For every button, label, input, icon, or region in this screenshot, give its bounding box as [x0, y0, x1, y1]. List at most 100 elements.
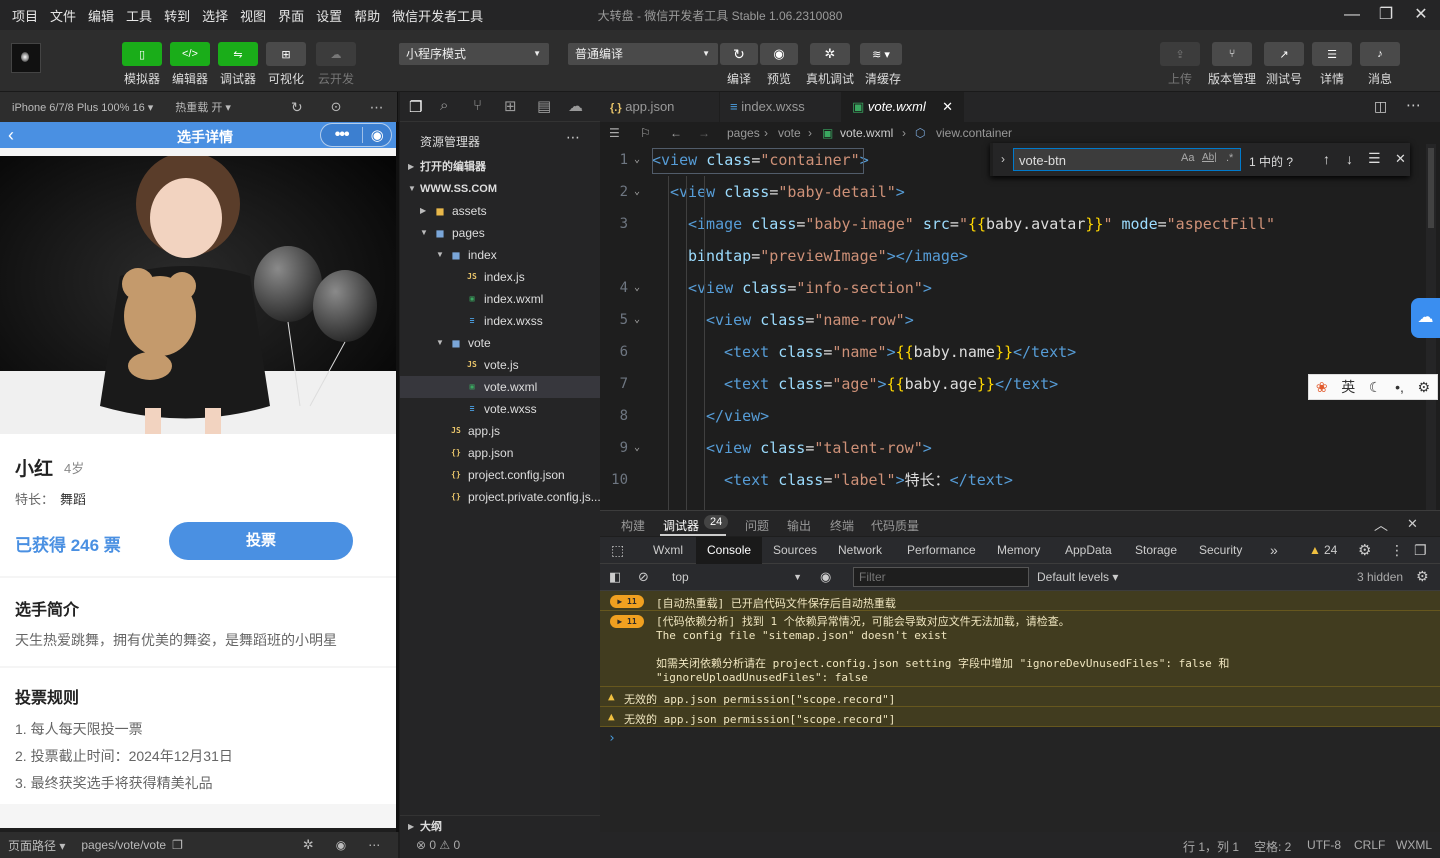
- paw-icon[interactable]: ❀: [1316, 379, 1328, 396]
- upload-button[interactable]: ⇪: [1160, 42, 1200, 66]
- mode-select[interactable]: 小程序模式 ▼: [399, 43, 549, 65]
- warning-count[interactable]: 24: [1324, 537, 1337, 564]
- cursor-position[interactable]: 行 1，列 1: [1183, 838, 1239, 855]
- messages-button[interactable]: ♪: [1360, 42, 1400, 66]
- cloud-button[interactable]: ☁: [316, 42, 356, 66]
- open-editors-section[interactable]: ▶ 打开的编辑器: [400, 156, 600, 178]
- compile-select[interactable]: 普通编译 ▼: [568, 43, 718, 65]
- file-tree-item[interactable]: {} project.private.config.js...: [400, 486, 601, 508]
- tab-sources[interactable]: Sources: [773, 537, 817, 564]
- menu-project[interactable]: 项目: [0, 6, 44, 25]
- sidebar-toggle-icon[interactable]: ◧: [609, 569, 621, 585]
- tab-console[interactable]: Console: [696, 537, 763, 564]
- menu-interface[interactable]: 界面: [272, 6, 310, 25]
- fold-icon[interactable]: ⌄: [634, 144, 640, 176]
- menu-settings[interactable]: 设置: [310, 6, 348, 25]
- file-tree-item[interactable]: ≡ vote.wxss: [400, 398, 600, 420]
- list-icon[interactable]: ☰: [609, 122, 620, 144]
- more-icon[interactable]: ⋯: [368, 838, 380, 852]
- more-icon[interactable]: ⋯: [566, 129, 580, 146]
- close-icon[interactable]: ✕: [1409, 4, 1433, 26]
- context-select[interactable]: top ▼: [666, 567, 806, 588]
- search-icon[interactable]: ⌕: [440, 97, 448, 114]
- hot-reload-select[interactable]: 热重载 开 ▾: [175, 99, 231, 115]
- details-button[interactable]: ☰: [1312, 42, 1352, 66]
- menu-wechat-devtools[interactable]: 微信开发者工具: [386, 6, 489, 25]
- tab-problems[interactable]: 问题: [745, 517, 769, 534]
- device-select[interactable]: iPhone 6/7/8 Plus 100% 16 ▾: [12, 101, 153, 114]
- close-icon[interactable]: ✕: [1407, 516, 1418, 532]
- menu-goto[interactable]: 转到: [158, 6, 196, 25]
- punctuation-icon[interactable]: •,: [1395, 379, 1404, 395]
- fold-icon[interactable]: ⌄: [634, 304, 640, 336]
- minimize-icon[interactable]: —: [1340, 4, 1364, 26]
- moon-icon[interactable]: ☾: [1369, 379, 1382, 396]
- gear-icon[interactable]: ⚙: [1416, 568, 1429, 585]
- gear-icon[interactable]: ⚙: [1358, 537, 1371, 564]
- find-in-selection-icon[interactable]: ☰: [1368, 150, 1381, 167]
- fold-icon[interactable]: ⌄: [634, 176, 640, 208]
- extensions-icon[interactable]: ⊞: [504, 97, 517, 115]
- kebab-menu-icon[interactable]: ⋮: [1390, 537, 1404, 564]
- file-tree-item[interactable]: ▣ index.wxml: [400, 288, 600, 310]
- clear-console-icon[interactable]: ⊘: [638, 569, 649, 585]
- page-path-select[interactable]: 页面路径 ▾: [8, 837, 65, 854]
- file-tree-item[interactable]: ▼ ■ pages: [400, 222, 600, 244]
- tab-terminal[interactable]: 终端: [830, 517, 854, 534]
- remote-debug-button[interactable]: ✲: [810, 43, 850, 65]
- menu-tools[interactable]: 工具: [120, 6, 158, 25]
- tab-output[interactable]: 输出: [787, 517, 811, 534]
- encoding[interactable]: UTF-8: [1307, 838, 1341, 852]
- fold-icon[interactable]: ⌄: [634, 432, 640, 464]
- more-tabs-icon[interactable]: »: [1270, 537, 1278, 564]
- menu-view[interactable]: 视图: [234, 6, 272, 25]
- filter-input[interactable]: [853, 567, 1029, 587]
- split-editor-icon[interactable]: ◫: [1374, 98, 1387, 115]
- breadcrumb-item[interactable]: vote.wxml: [840, 122, 893, 144]
- tab-wxml[interactable]: Wxml: [653, 537, 683, 564]
- copy-icon[interactable]: ❐: [172, 838, 183, 852]
- tab-network[interactable]: Network: [838, 537, 882, 564]
- tab-index-wxss[interactable]: ≡ index.wxss: [720, 92, 842, 122]
- file-tree-item[interactable]: ▣ vote.wxml: [400, 376, 600, 398]
- baby-image[interactable]: [0, 156, 396, 434]
- more-icon[interactable]: ⋯: [1406, 96, 1421, 114]
- compile-button[interactable]: ↻: [720, 43, 758, 65]
- find-input[interactable]: vote-btn Aa Ab| .*: [1013, 148, 1241, 171]
- close-icon[interactable]: ✕: [942, 92, 953, 122]
- whole-word-icon[interactable]: Ab|: [1202, 152, 1217, 163]
- breadcrumb-item[interactable]: vote: [778, 122, 801, 144]
- tab-appdata[interactable]: AppData: [1065, 537, 1112, 564]
- eye-icon[interactable]: ◉: [820, 569, 831, 585]
- bug-icon[interactable]: ✲: [303, 837, 314, 853]
- visual-button[interactable]: ⊞: [266, 42, 306, 66]
- language-mode[interactable]: WXML: [1396, 838, 1432, 852]
- chevron-up-icon[interactable]: ︿: [1374, 515, 1388, 535]
- menu-edit[interactable]: 编辑: [82, 6, 120, 25]
- chevron-down-icon[interactable]: ▼: [436, 244, 444, 266]
- arrow-up-icon[interactable]: ↑: [1323, 151, 1330, 167]
- simulator-button[interactable]: ▯: [122, 42, 162, 66]
- eye-icon[interactable]: ◉: [336, 838, 346, 852]
- rotate-icon[interactable]: ↻: [291, 99, 303, 116]
- more-icon[interactable]: ⋯: [370, 99, 384, 116]
- tab-performance[interactable]: Performance: [907, 537, 976, 564]
- maximize-icon[interactable]: ❐: [1374, 4, 1398, 26]
- file-tree-item[interactable]: JS app.js: [400, 420, 600, 442]
- chevron-right-icon[interactable]: ▶: [420, 200, 426, 222]
- chevron-down-icon[interactable]: ▼: [420, 222, 428, 244]
- log-levels-select[interactable]: Default levels ▾: [1037, 570, 1118, 584]
- prompt-chevron-icon[interactable]: ›: [608, 731, 616, 746]
- tab-memory[interactable]: Memory: [997, 537, 1040, 564]
- chevron-right-icon[interactable]: ›: [1001, 152, 1005, 166]
- breadcrumb-item[interactable]: view.container: [936, 122, 1012, 144]
- problems-indicator[interactable]: ⊗ 0 ⚠ 0: [400, 832, 600, 858]
- source-control-icon[interactable]: ⑂: [473, 97, 482, 114]
- file-tree-item[interactable]: {} project.config.json: [400, 464, 600, 486]
- ime-language[interactable]: 英: [1341, 377, 1355, 397]
- file-tree-item[interactable]: ▶ ■ assets: [400, 200, 600, 222]
- chevron-down-icon[interactable]: ▼: [436, 332, 444, 354]
- tab-storage[interactable]: Storage: [1135, 537, 1177, 564]
- regex-icon[interactable]: .*: [1226, 152, 1233, 164]
- inspect-icon[interactable]: ⬚: [611, 537, 624, 564]
